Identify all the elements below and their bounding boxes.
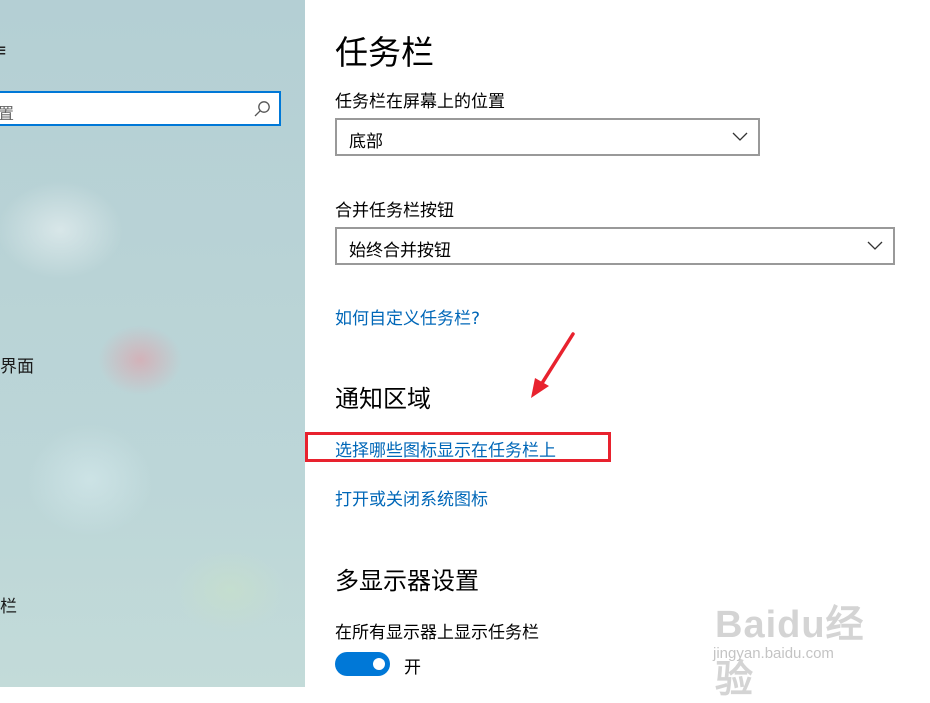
red-arrow-annotation bbox=[531, 332, 575, 398]
search-input[interactable]: 置 bbox=[0, 91, 281, 126]
sidebar-item-interface[interactable]: 界面 bbox=[0, 352, 34, 377]
notification-area-title: 通知区域 bbox=[335, 385, 431, 413]
combine-buttons-dropdown[interactable]: 始终合并按钮 bbox=[335, 227, 895, 265]
system-icons-link[interactable]: 打开或关闭系统图标 bbox=[335, 485, 488, 510]
combine-buttons-value: 始终合并按钮 bbox=[349, 241, 451, 261]
toggle-state-label: 开 bbox=[404, 658, 421, 678]
nav-menu-fragment[interactable]: ≡ bbox=[0, 40, 7, 61]
page-title: 任务栏 bbox=[335, 33, 434, 72]
chevron-down-icon bbox=[732, 132, 748, 141]
show-taskbar-all-displays-toggle[interactable] bbox=[335, 652, 390, 676]
customize-taskbar-link[interactable]: 如何自定义任务栏? bbox=[335, 304, 480, 329]
search-placeholder: 置 bbox=[0, 104, 15, 123]
combine-buttons-label: 合并任务栏按钮 bbox=[335, 201, 454, 221]
settings-sidebar: ≡ 置 界面 栏 bbox=[0, 0, 305, 687]
select-taskbar-icons-link[interactable]: 选择哪些图标显示在任务栏上 bbox=[335, 436, 556, 461]
taskbar-position-dropdown[interactable]: 底部 bbox=[335, 118, 760, 156]
multi-display-title: 多显示器设置 bbox=[335, 567, 479, 595]
search-icon bbox=[254, 101, 270, 117]
show-taskbar-all-displays-label: 在所有显示器上显示任务栏 bbox=[335, 623, 539, 643]
toggle-knob bbox=[373, 658, 385, 670]
sidebar-item-taskbar[interactable]: 栏 bbox=[0, 592, 17, 617]
settings-pane: 任务栏 任务栏在屏幕上的位置 底部 合并任务栏按钮 始终合并按钮 如何自定义任务… bbox=[305, 0, 930, 687]
taskbar-position-value: 底部 bbox=[349, 132, 383, 152]
chevron-down-icon bbox=[867, 241, 883, 250]
taskbar-position-label: 任务栏在屏幕上的位置 bbox=[335, 92, 505, 112]
